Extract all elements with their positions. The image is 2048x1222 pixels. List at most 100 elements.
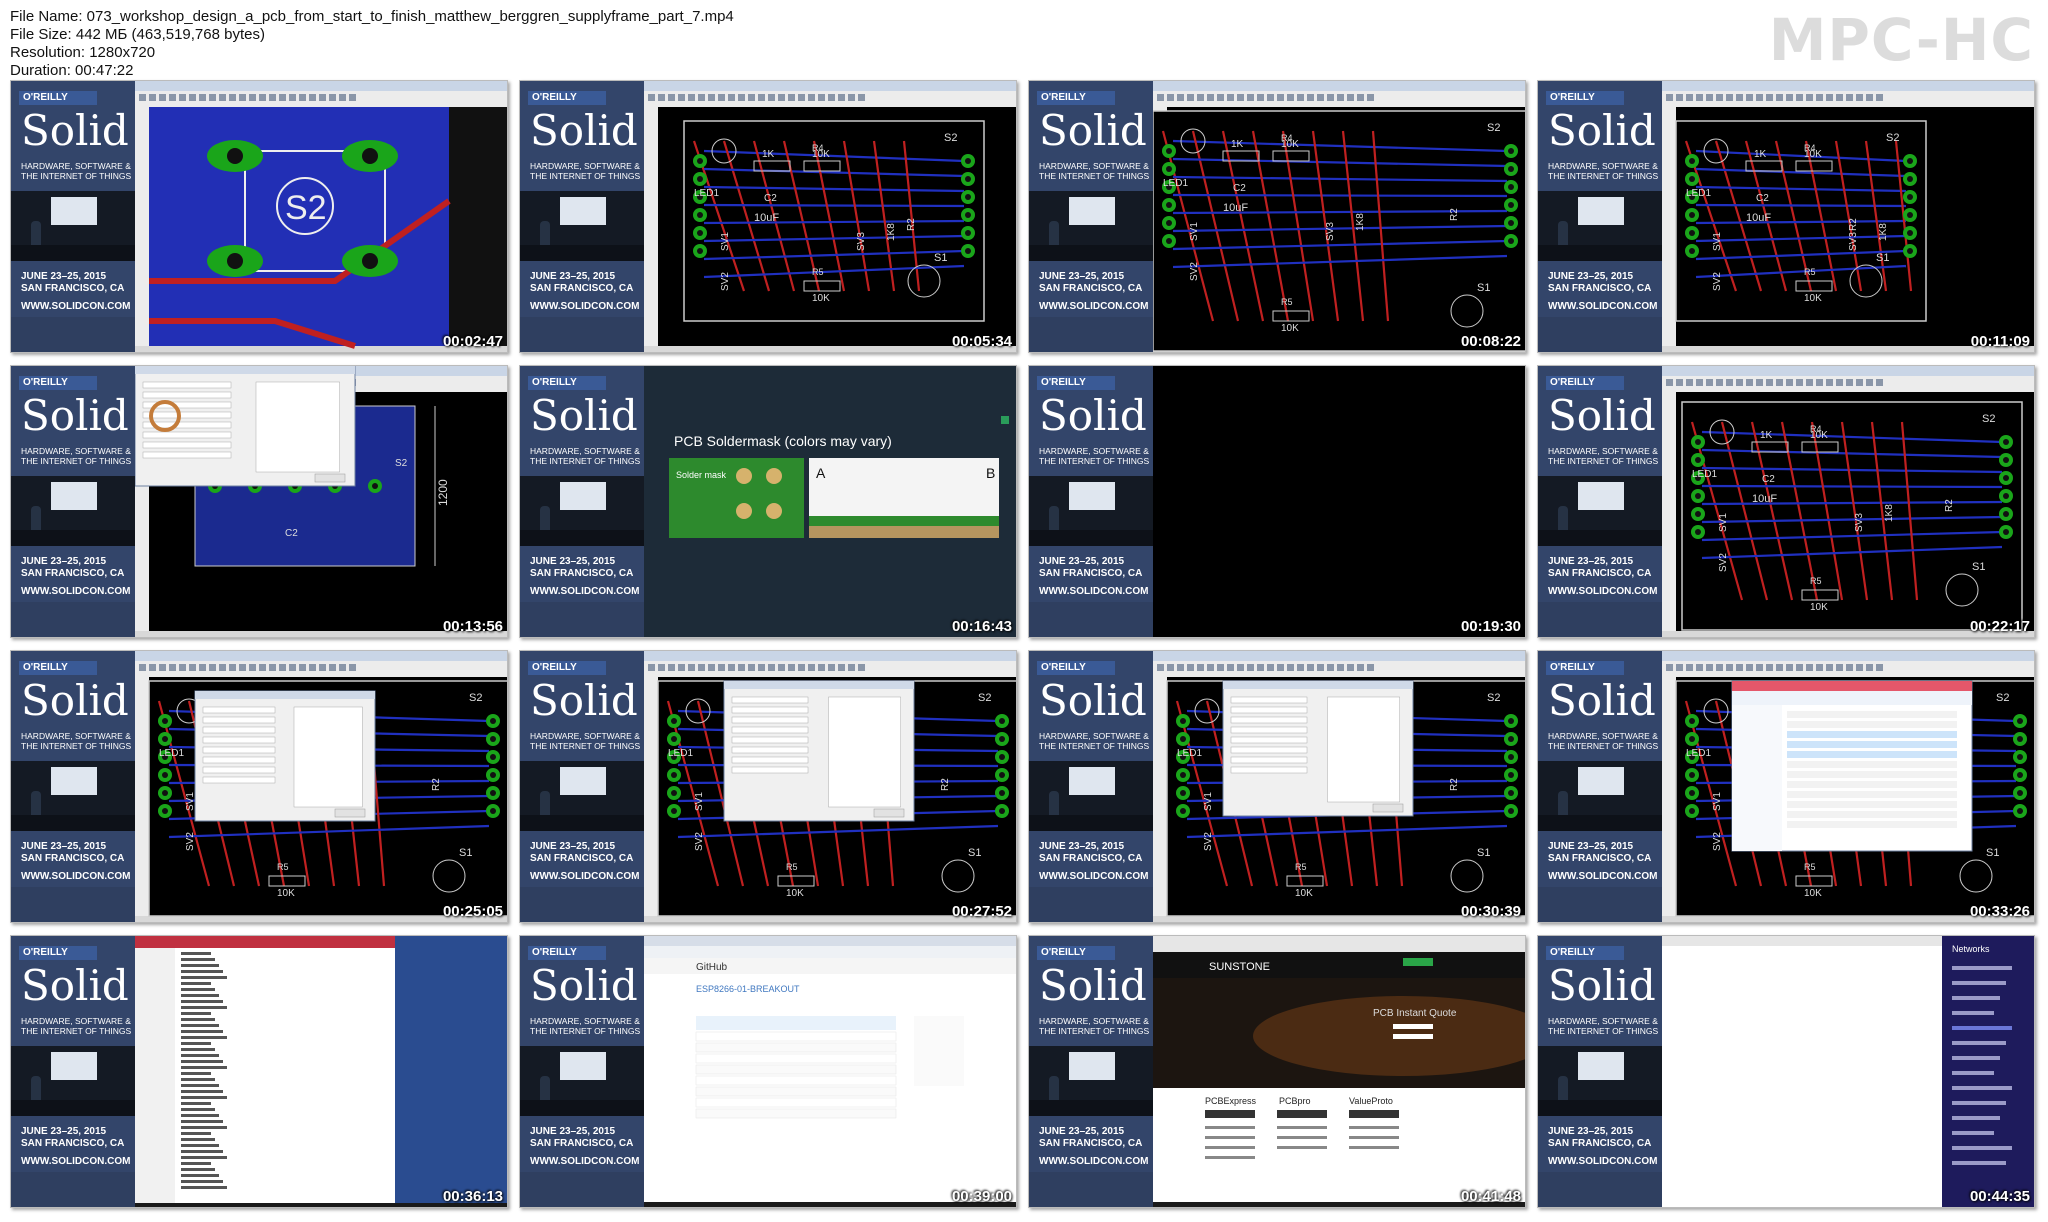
video-thumbnail[interactable]: O'REILLY Solid HARDWARE, SOFTWARE & THE …: [1537, 365, 2035, 638]
explorer-titlebar: [1732, 681, 1972, 691]
pcb-drill: [1166, 220, 1172, 226]
stage-desk: [1538, 1100, 1662, 1116]
pcb-label: R2: [1449, 778, 1460, 791]
video-thumbnail[interactable]: O'REILLY Solid HARDWARE, SOFTWARE & THE …: [10, 935, 508, 1208]
video-thumbnail[interactable]: O'REILLY Solid HARDWARE, SOFTWARE & THE …: [1028, 650, 1526, 923]
solid-tagline: HARDWARE, SOFTWARE & THE INTERNET OF THI…: [21, 731, 132, 751]
location-line: SAN FRANCISCO, CA: [530, 1138, 634, 1149]
pcb-drill: [2017, 718, 2023, 724]
window-titlebar: [1153, 651, 1525, 661]
dialog-field: [1230, 766, 1308, 774]
solder-mask-label: Solder mask: [676, 470, 727, 480]
video-thumbnail[interactable]: O'REILLY Solid HARDWARE, SOFTWARE & THE …: [519, 650, 1017, 923]
video-thumbnail[interactable]: O'REILLY Solid HARDWARE, SOFTWARE & THE …: [1537, 650, 2035, 923]
pcb-drill: [362, 253, 378, 269]
blue-trace: [703, 203, 965, 208]
event-dates: JUNE 23–25, 2015 SAN FRANCISCO, CA: [1548, 556, 1651, 580]
toolbar-icon: [1846, 379, 1853, 386]
video-thumbnail[interactable]: O'REILLY Solid HARDWARE, SOFTWARE & THE …: [10, 650, 508, 923]
video-thumbnail[interactable]: O'REILLY Solid HARDWARE, SOFTWARE & THE …: [1028, 365, 1526, 638]
pcb-label: S2: [1982, 413, 1995, 425]
pcb-label: 10uF: [1223, 202, 1248, 214]
video-thumbnail[interactable]: O'REILLY Solid HARDWARE, SOFTWARE & THE …: [1028, 935, 1526, 1208]
video-thumbnail[interactable]: O'REILLY Solid HARDWARE, SOFTWARE & THE …: [10, 365, 508, 638]
tool-palette: [135, 677, 149, 922]
dates-line: JUNE 23–25, 2015: [1548, 556, 1634, 567]
conference-sidebar: O'REILLY Solid HARDWARE, SOFTWARE & THE …: [1029, 936, 1153, 1207]
explorer-row: [1787, 761, 1957, 768]
location-line: SAN FRANCISCO, CA: [21, 283, 125, 294]
toolbar-icon: [1796, 664, 1803, 671]
timestamp: 00:25:05: [442, 903, 503, 920]
screen-capture-drawing: 1K10KR4S2C210uFR510KS1LED1SV1SV2SV31K8R2: [135, 651, 507, 922]
pcb-label: S2: [1487, 122, 1500, 134]
projector-screen: [560, 1052, 606, 1080]
timestamp: 00:16:43: [951, 618, 1012, 635]
dialog-field: [1230, 736, 1308, 744]
speaker-stage: [11, 476, 135, 546]
speaker-stage: [1029, 476, 1153, 546]
toolbar-icon: [1666, 379, 1673, 386]
video-thumbnail[interactable]: O'REILLY Solid HARDWARE, SOFTWARE & THE …: [519, 365, 1017, 638]
oreilly-badge: O'REILLY: [1037, 661, 1115, 675]
video-thumbnail[interactable]: O'REILLY Solid HARDWARE, SOFTWARE & THE …: [1537, 935, 2035, 1208]
projector-screen: [1578, 767, 1624, 795]
event-dates: JUNE 23–25, 2015 SAN FRANCISCO, CA: [21, 1126, 124, 1150]
text-line: [181, 1042, 211, 1045]
video-thumbnail[interactable]: O'REILLY Solid HARDWARE, SOFTWARE & THE …: [10, 80, 508, 353]
video-thumbnail[interactable]: O'REILLY Solid HARDWARE, SOFTWARE & THE …: [1028, 80, 1526, 353]
speaker-stage: [11, 1046, 135, 1116]
toolbar-icon: [1307, 664, 1314, 671]
stage-desk: [520, 530, 644, 546]
toolbar-icon: [139, 94, 146, 101]
toolbar-icon: [1307, 94, 1314, 101]
dialog-field: [731, 746, 809, 754]
pcb-label: S1: [459, 847, 472, 859]
toolbar-icon: [1786, 664, 1793, 671]
network-entry: [1952, 1041, 2006, 1045]
product-title: PCBExpress: [1205, 1096, 1257, 1106]
dialog-list: [828, 696, 901, 808]
video-thumbnail[interactable]: O'REILLY Solid HARDWARE, SOFTWARE & THE …: [519, 935, 1017, 1208]
speaker-stage: [1029, 1046, 1153, 1116]
timestamp: 00:22:17: [1969, 618, 2030, 635]
toolbar-icon: [1726, 664, 1733, 671]
pcb-drill: [671, 790, 677, 796]
toolbar-icon: [1706, 94, 1713, 101]
pcb-label: SV1: [1203, 792, 1214, 811]
mask-layer: [809, 516, 999, 526]
network-entry: [1952, 1101, 2006, 1105]
eagle-dialog: [1222, 680, 1414, 817]
dialog-field: [731, 756, 809, 764]
timestamp: 00:30:39: [1460, 903, 1521, 920]
toolbar-icon: [209, 94, 216, 101]
toolbar-icon: [1297, 664, 1304, 671]
conference-sidebar: O'REILLY Solid HARDWARE, SOFTWARE & THE …: [11, 366, 135, 637]
explorer-row: [1787, 731, 1957, 738]
text-line: [181, 1060, 223, 1063]
captured-screen: 1200 S2 C2: [135, 366, 507, 637]
toolbar-icon: [1247, 664, 1254, 671]
toolbar-icon: [339, 94, 346, 101]
video-thumbnail[interactable]: O'REILLY Solid HARDWARE, SOFTWARE & THE …: [519, 80, 1017, 353]
toolbar-icon: [1866, 94, 1873, 101]
pcb-label: R5: [786, 862, 798, 872]
projector-screen: [1578, 1052, 1624, 1080]
toolbar-icon: [738, 664, 745, 671]
pcb-drill: [490, 790, 496, 796]
captured-screen: 1K10KR4S2C210uFR510KS1LED1SV1SV2SV31K8R2: [644, 651, 1016, 922]
toolbar-icon: [658, 664, 665, 671]
toolbar-icon: [668, 664, 675, 671]
toolbar-icon: [189, 94, 196, 101]
pcb-drill: [1508, 754, 1514, 760]
event-dates: JUNE 23–25, 2015 SAN FRANCISCO, CA: [21, 841, 124, 865]
github-logo: GitHub: [696, 962, 728, 973]
dialog-field: [202, 766, 276, 774]
pcb-label: S2: [469, 692, 482, 704]
stage-desk: [1029, 245, 1153, 261]
toolbar-icon: [1876, 94, 1883, 101]
video-thumbnail[interactable]: O'REILLY Solid HARDWARE, SOFTWARE & THE …: [1537, 80, 2035, 353]
label-a: A: [816, 465, 826, 481]
solid-tagline: HARDWARE, SOFTWARE & THE INTERNET OF THI…: [1548, 446, 1659, 466]
toolbar-icon: [648, 664, 655, 671]
